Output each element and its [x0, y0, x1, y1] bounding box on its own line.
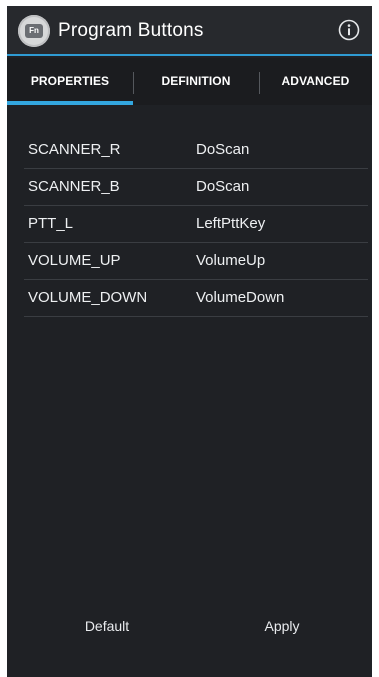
list-item[interactable]: VOLUME_UP VolumeUp [24, 243, 368, 280]
tab-definition[interactable]: DEFINITION [133, 58, 259, 105]
tab-properties[interactable]: PROPERTIES [7, 58, 133, 105]
fn-key-icon: Fn [25, 24, 43, 38]
selected-tab-indicator [7, 101, 133, 105]
button-name: VOLUME_UP [28, 252, 121, 269]
button-mapping-list: SCANNER_R DoScan SCANNER_B DoScan PTT_L … [24, 132, 368, 317]
button-action: LeftPttKey [196, 215, 266, 232]
tab-advanced[interactable]: ADVANCED [259, 58, 372, 105]
button-action: DoScan [196, 178, 250, 195]
app-icon: Fn [18, 15, 50, 47]
button-name: SCANNER_B [28, 178, 120, 195]
apply-button[interactable]: Apply [219, 606, 345, 646]
app-bar: Fn Program Buttons [7, 6, 372, 56]
list-item[interactable]: VOLUME_DOWN VolumeDown [24, 280, 368, 317]
list-item[interactable]: SCANNER_B DoScan [24, 169, 368, 206]
button-action: DoScan [196, 141, 250, 158]
button-name: SCANNER_R [28, 141, 121, 158]
device-screen: Fn Program Buttons PROPERTIES DEFINITION… [7, 6, 372, 677]
list-item[interactable]: PTT_L LeftPttKey [24, 206, 368, 243]
button-name: VOLUME_DOWN [28, 289, 148, 306]
list-item[interactable]: SCANNER_R DoScan [24, 132, 368, 169]
info-icon[interactable] [338, 19, 360, 41]
default-button[interactable]: Default [47, 606, 167, 646]
button-name: PTT_L [28, 215, 74, 232]
button-action: VolumeUp [196, 252, 266, 269]
tab-bar: PROPERTIES DEFINITION ADVANCED [7, 58, 372, 105]
page-title: Program Buttons [58, 20, 204, 41]
button-action: VolumeDown [196, 289, 285, 306]
